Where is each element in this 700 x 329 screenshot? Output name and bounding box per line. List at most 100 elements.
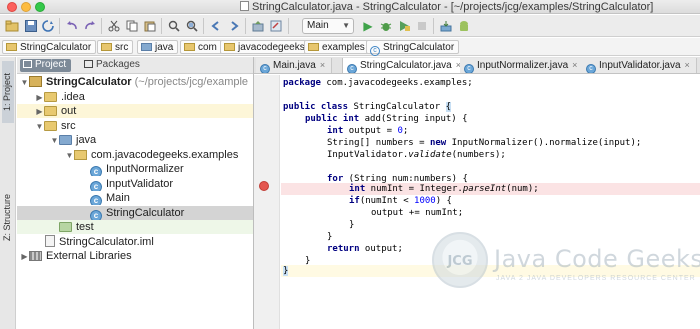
- tab-packages[interactable]: Packages: [81, 59, 145, 72]
- tree-item-iml[interactable]: StringCalculator.iml: [17, 234, 253, 249]
- breadcrumb-item-examples[interactable]: examples: [304, 40, 370, 54]
- run-configuration-select[interactable]: Main ▼: [302, 18, 354, 34]
- breadcrumb-item-com[interactable]: com: [180, 40, 222, 54]
- save-icon[interactable]: [23, 18, 39, 34]
- collapsed-arrow-icon: ▶: [21, 252, 28, 261]
- tree-item-inputvalidator[interactable]: c InputValidator: [17, 177, 253, 191]
- code-line-10: int numInt = Integer.parseInt(num);: [281, 183, 700, 195]
- open-icon[interactable]: [4, 18, 20, 34]
- tab-main-java[interactable]: c Main.java ×: [256, 58, 333, 73]
- window-title-wrap: StringCalculator.java - StringCalculator…: [240, 0, 700, 14]
- coverage-icon[interactable]: [396, 18, 412, 34]
- folder-icon: [44, 91, 57, 102]
- forward-icon[interactable]: [226, 18, 242, 34]
- collapsed-arrow-icon: ▶: [36, 107, 43, 116]
- back-icon[interactable]: [208, 18, 224, 34]
- watermark-subtitle: JAVA 2 JAVA DEVELOPERS RESOURCE CENTER: [496, 275, 696, 282]
- structure-tool-tab[interactable]: Z: Structure: [2, 185, 14, 249]
- android-device-icon[interactable]: [456, 18, 472, 34]
- tree-item-inputnormalizer[interactable]: c InputNormalizer: [17, 162, 253, 176]
- breakpoint-icon[interactable]: [259, 181, 269, 191]
- redo-icon[interactable]: [82, 18, 98, 34]
- minimize-window-button[interactable]: [21, 2, 31, 12]
- package-icon: [184, 43, 195, 51]
- folder-icon: [101, 43, 112, 51]
- iml-file-icon: [45, 234, 55, 247]
- cut-icon[interactable]: [106, 18, 122, 34]
- make-project-icon[interactable]: [250, 18, 266, 34]
- undo-icon[interactable]: [64, 18, 80, 34]
- tab-inputnormalizer-java[interactable]: c InputNormalizer.java ×: [460, 58, 585, 73]
- breadcrumb-item-project[interactable]: StringCalculator: [2, 40, 97, 54]
- tree-item-out[interactable]: ▶ out: [17, 104, 253, 118]
- maximize-window-button[interactable]: [35, 2, 45, 12]
- watermark: JCG Java Code Geeks JAVA 2 JAVA DEVELOPE…: [432, 227, 700, 297]
- project-tree: ▼ StringCalculator (~/projects/jcg/exampl…: [17, 75, 253, 329]
- tab-project[interactable]: Project: [20, 59, 72, 72]
- sync-icon[interactable]: [40, 18, 56, 34]
- code-line-1: package com.javacodegeeks.examples;: [281, 77, 700, 89]
- run-configuration-label: Main: [307, 20, 329, 31]
- editor-tabs: c Main.java × c StringCalculator.java × c Inp…: [254, 57, 700, 74]
- window-titlebar: StringCalculator.java - StringCalculator…: [0, 0, 700, 14]
- code-line-7: InputValidator.validate(numbers);: [327, 150, 506, 160]
- folder-icon: [44, 120, 57, 131]
- collapsed-arrow-icon: ▶: [36, 92, 43, 102]
- expanded-arrow-icon: ▼: [50, 136, 59, 145]
- close-icon[interactable]: ×: [320, 60, 325, 70]
- breadcrumb-item-src[interactable]: src: [97, 40, 134, 54]
- class-icon: c: [347, 64, 357, 73]
- expanded-arrow-icon: ▼: [65, 150, 74, 160]
- stop-icon[interactable]: [414, 18, 430, 34]
- watermark-title: Java Code Geeks: [494, 245, 700, 273]
- editor-gutter[interactable]: [254, 75, 280, 329]
- tree-item-project-root[interactable]: ▼ StringCalculator (~/projects/jcg/exampl…: [17, 75, 253, 89]
- chevron-down-icon: ▼: [342, 21, 350, 30]
- project-panel-header: Project Packages: [17, 57, 253, 74]
- debug-icon[interactable]: [378, 18, 394, 34]
- expanded-arrow-icon: ▼: [20, 78, 29, 87]
- keyword-token: package: [283, 78, 321, 88]
- test-folder-icon: [59, 222, 72, 232]
- tree-item-external-libraries[interactable]: ▶ External Libraries: [17, 249, 253, 263]
- matched-brace: {: [445, 102, 451, 112]
- expanded-arrow-icon: ▼: [35, 121, 44, 131]
- breadcrumb-item-java[interactable]: java: [137, 40, 179, 54]
- tree-item-src[interactable]: ▼ src: [17, 119, 253, 133]
- source-folder-icon: [141, 43, 152, 51]
- class-icon: c: [464, 64, 474, 73]
- find-icon[interactable]: [166, 18, 182, 34]
- class-icon: c: [586, 64, 596, 73]
- run-icon[interactable]: ▶: [360, 18, 376, 34]
- folder-icon: [6, 43, 17, 51]
- close-window-button[interactable]: [7, 2, 17, 12]
- tree-item-java[interactable]: ▼ java: [17, 133, 253, 147]
- tool-window-strip: 1: Project Z: Structure: [0, 57, 16, 329]
- paste-icon[interactable]: [142, 18, 158, 34]
- tree-item-stringcalculator[interactable]: c StringCalculator: [17, 205, 253, 220]
- breadcrumb: StringCalculator src java com javacodege…: [0, 38, 700, 56]
- close-icon[interactable]: ×: [685, 60, 690, 70]
- project-tool-tab[interactable]: 1: Project: [2, 61, 14, 123]
- project-view-icon: [23, 60, 32, 68]
- source-folder-icon: [59, 135, 72, 145]
- replace-icon[interactable]: [184, 18, 200, 34]
- edit-configurations-icon[interactable]: [268, 18, 284, 34]
- class-icon: c: [90, 180, 102, 191]
- class-icon: c: [260, 64, 270, 73]
- close-icon[interactable]: ×: [572, 60, 577, 70]
- copy-icon[interactable]: [124, 18, 140, 34]
- sdk-manager-icon[interactable]: [438, 18, 454, 34]
- tab-inputvalidator-java[interactable]: c InputValidator.java ×: [582, 58, 697, 73]
- tree-item-test[interactable]: test: [17, 220, 253, 234]
- tab-stringcalculator-java[interactable]: c StringCalculator.java ×: [342, 58, 468, 73]
- breadcrumb-item-class[interactable]: c StringCalculator: [366, 40, 460, 56]
- breadcrumb-item-javacodegeeks[interactable]: javacodegeeks: [220, 40, 310, 54]
- code-line-3: public class StringCalculator {: [283, 102, 451, 112]
- package-icon: [224, 43, 235, 51]
- project-icon: [29, 76, 42, 87]
- tree-item-main[interactable]: c Main: [17, 191, 253, 205]
- packages-view-icon: [84, 60, 93, 68]
- tree-item-idea[interactable]: ▶ .idea: [17, 90, 253, 104]
- tree-item-package[interactable]: ▼ com.javacodegeeks.examples: [17, 148, 253, 162]
